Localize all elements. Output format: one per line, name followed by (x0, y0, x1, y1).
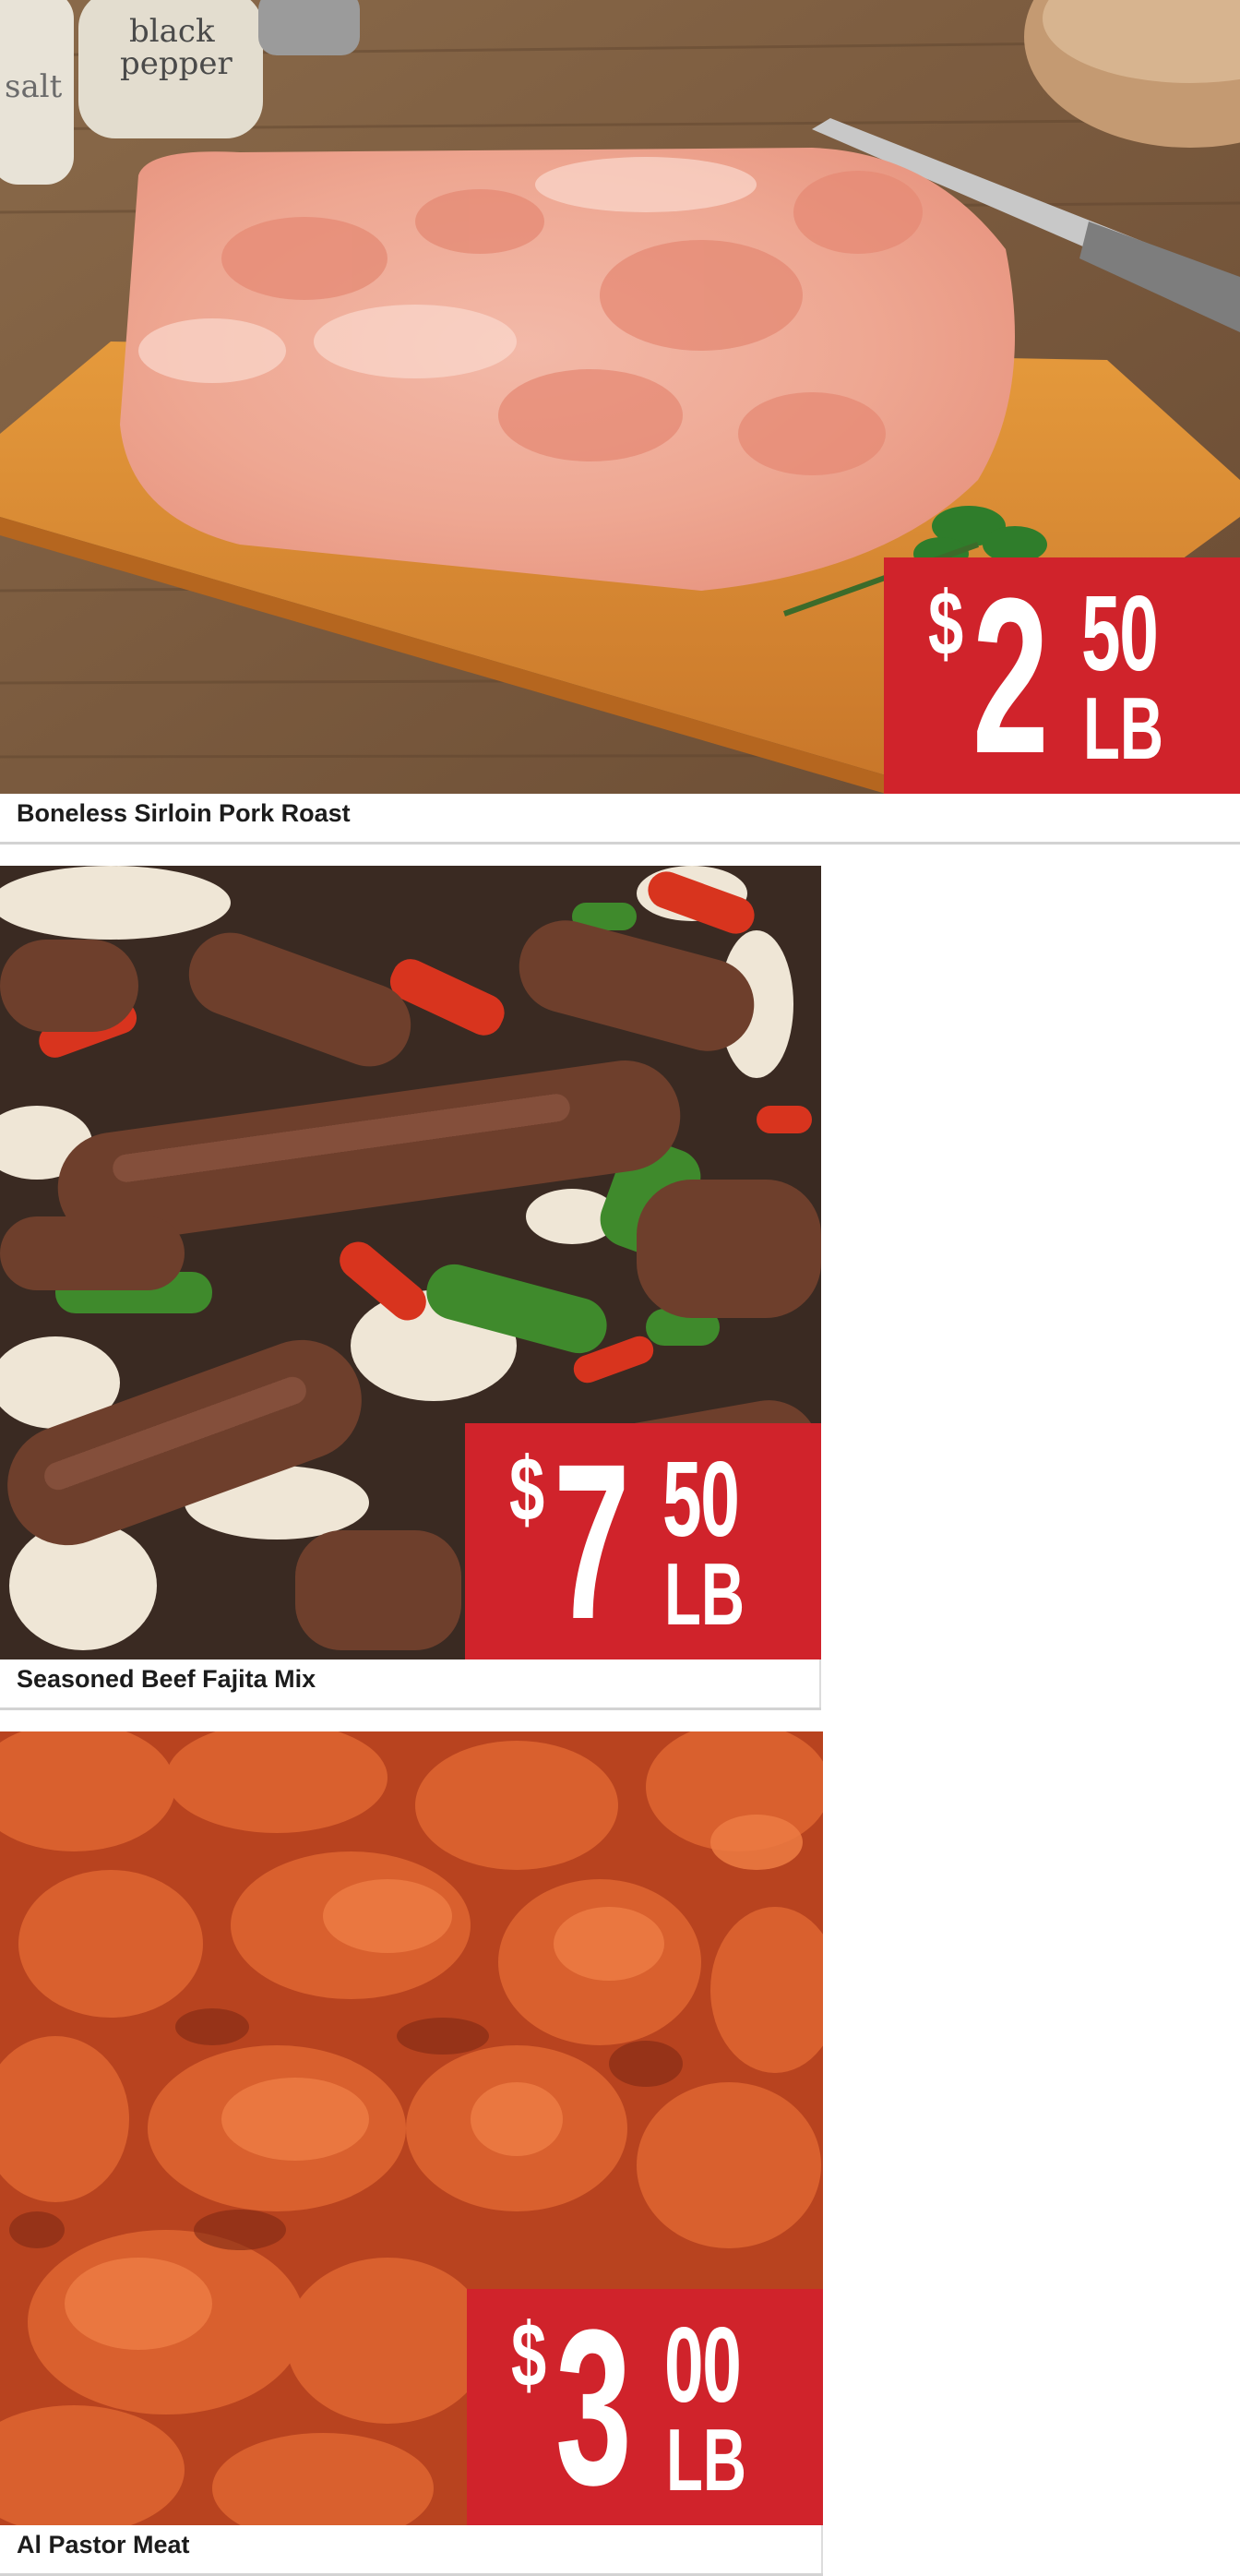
price-currency: $ (509, 1438, 545, 1540)
price-unit: LB (664, 1545, 745, 1644)
product-card-al-pastor[interactable]: $ 3 00 LB Al Pastor Meat (0, 1731, 823, 2576)
price-badge: $ 7 50 LB (465, 1423, 821, 1659)
product-name[interactable]: Boneless Sirloin Pork Roast (17, 799, 351, 828)
product-name[interactable]: Al Pastor Meat (17, 2531, 190, 2559)
price-cents: 00 (664, 2305, 742, 2425)
price-whole: 2 (972, 552, 1049, 799)
pepper-label-line1: black (129, 13, 215, 50)
card-divider (0, 1707, 821, 1710)
card-border (819, 1659, 821, 1707)
product-card-pork-roast[interactable]: salt black pepper $ 2 50 LB Boneless Sir… (0, 0, 1240, 845)
price-whole: 7 (554, 1418, 630, 1665)
pepper-label-line2: pepper (120, 45, 233, 82)
price-unit: LB (1083, 679, 1164, 778)
price-currency: $ (511, 2304, 547, 2405)
card-border (821, 2525, 823, 2573)
price-currency: $ (928, 572, 964, 674)
salt-label: salt (5, 68, 63, 105)
price-cents: 50 (1081, 573, 1159, 693)
price-badge: $ 2 50 LB (884, 557, 1240, 794)
card-divider (0, 842, 1240, 845)
price-badge: $ 3 00 LB (467, 2289, 823, 2525)
product-card-beef-fajita[interactable]: $ 7 50 LB Seasoned Beef Fajita Mix (0, 866, 821, 1710)
product-name[interactable]: Seasoned Beef Fajita Mix (17, 1665, 316, 1694)
price-whole: 3 (555, 2283, 632, 2531)
price-cents: 50 (662, 1439, 740, 1559)
price-unit: LB (666, 2411, 747, 2510)
